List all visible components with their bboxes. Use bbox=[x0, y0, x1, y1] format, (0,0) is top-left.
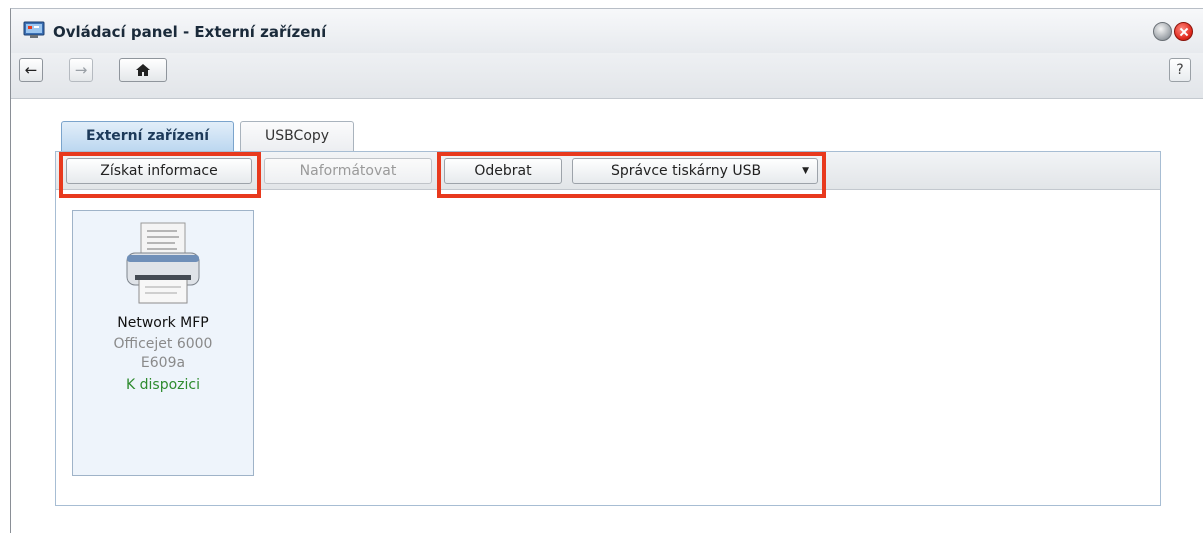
arrow-right-icon: → bbox=[74, 60, 88, 79]
home-button[interactable] bbox=[119, 58, 167, 82]
device-name: Network MFP bbox=[117, 315, 209, 331]
device-tile-network-mfp[interactable]: Network MFP Officejet 6000 E609a K dispo… bbox=[72, 210, 254, 476]
action-bar: Získat informace Naformátovat Odebrat Sp… bbox=[56, 152, 1160, 198]
tab-external-devices[interactable]: Externí zařízení bbox=[61, 121, 235, 151]
close-button[interactable] bbox=[1174, 22, 1193, 41]
devices-panel: Získat informace Naformátovat Odebrat Sp… bbox=[55, 151, 1161, 506]
home-icon bbox=[136, 64, 150, 76]
back-button[interactable]: ← bbox=[19, 58, 43, 82]
forward-button[interactable]: → bbox=[69, 58, 93, 82]
arrow-left-icon: ← bbox=[24, 60, 38, 79]
control-panel-icon bbox=[23, 21, 45, 38]
device-model: Officejet 6000 E609a bbox=[113, 336, 213, 371]
control-panel-window: Ovládací panel - Externí zařízení ← → ? … bbox=[10, 8, 1203, 533]
help-button[interactable]: ? bbox=[1169, 58, 1191, 82]
navigation-toolbar: ← → ? bbox=[11, 53, 1203, 99]
highlight-get-info bbox=[59, 152, 261, 198]
tab-usbcopy[interactable]: USBCopy bbox=[240, 121, 355, 151]
tab-strip: Externí zařízení USBCopy bbox=[61, 121, 355, 151]
highlight-remove-and-printer bbox=[437, 152, 826, 198]
window-controls bbox=[1153, 22, 1193, 41]
device-status: K dispozici bbox=[126, 377, 200, 393]
printer-icon bbox=[126, 222, 200, 304]
format-button[interactable]: Naformátovat bbox=[264, 158, 432, 184]
window-title: Ovládací panel - Externí zařízení bbox=[53, 23, 327, 41]
title-bar: Ovládací panel - Externí zařízení bbox=[11, 9, 1203, 53]
main-content: Externí zařízení USBCopy Získat informac… bbox=[11, 99, 1203, 533]
minimize-button[interactable] bbox=[1153, 22, 1172, 41]
